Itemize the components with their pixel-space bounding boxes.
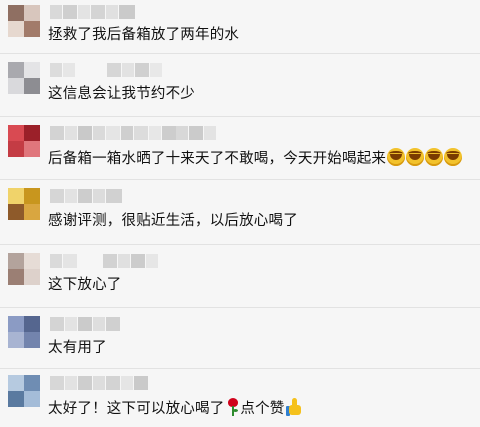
comment-item: 这下放心了 [0, 245, 480, 307]
comment-text: 太有用了 [48, 340, 107, 356]
comment-item: 太有用了 [0, 308, 480, 368]
laughing-emoji-icon [425, 148, 444, 166]
thumbs-up-emoji-icon [285, 398, 302, 416]
laughing-emoji-icon [406, 148, 425, 166]
username[interactable] [50, 63, 162, 77]
username[interactable] [50, 254, 158, 268]
comment-item: 太好了！这下可以放心喝了 点个赞 [0, 369, 480, 427]
avatar[interactable] [8, 5, 40, 37]
laughing-emoji-icon [444, 148, 463, 166]
comment-text: 太好了！这下可以放心喝了 点个赞 [48, 398, 302, 419]
comment-item: 感谢评测，很贴近生活，以后放心喝了 [0, 180, 480, 244]
comment-text: 后备箱一箱水晒了十来天了不敢喝，今天开始喝起来 [48, 148, 463, 169]
comment-text: 感谢评测，很贴近生活，以后放心喝了 [48, 213, 298, 229]
comment-text: 这信息会让我节约不少 [48, 86, 195, 102]
avatar[interactable] [8, 253, 40, 285]
avatar[interactable] [8, 188, 40, 220]
rose-emoji-icon [226, 398, 240, 416]
comment-text: 这下放心了 [48, 277, 122, 293]
avatar[interactable] [8, 62, 40, 94]
comment-item: 拯救了我后备箱放了两年的水 [0, 0, 480, 53]
avatar[interactable] [8, 125, 40, 157]
comment-text: 拯救了我后备箱放了两年的水 [48, 27, 240, 43]
username[interactable] [50, 317, 120, 331]
username[interactable] [50, 189, 122, 203]
username[interactable] [50, 376, 148, 390]
username-extra [176, 126, 216, 140]
comment-item: 后备箱一箱水晒了十来天了不敢喝，今天开始喝起来 [0, 117, 480, 179]
comment-item: 这信息会让我节约不少 [0, 54, 480, 116]
comment-text-main: 后备箱一箱水晒了十来天了不敢喝，今天开始喝起来 [48, 151, 387, 167]
avatar[interactable] [8, 375, 40, 407]
avatar[interactable] [8, 316, 40, 348]
username[interactable] [50, 5, 135, 19]
comment-text-tail: 点个赞 [240, 401, 285, 417]
comment-text-main: 太好了！这下可以放心喝了 [48, 401, 225, 417]
laughing-emoji-icon [387, 148, 406, 166]
username[interactable] [50, 126, 176, 140]
